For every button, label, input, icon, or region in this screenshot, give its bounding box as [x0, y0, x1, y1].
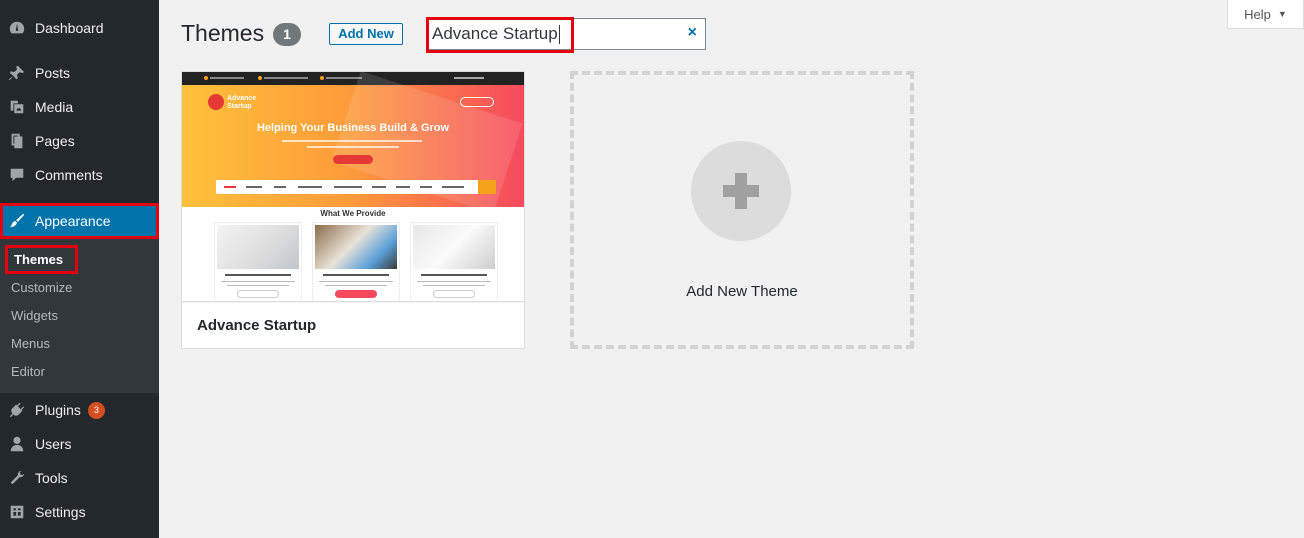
- theme-name-bar: Advance Startup: [182, 301, 524, 348]
- theme-screenshot: Advance Startup Helping Your Business Bui…: [182, 72, 524, 301]
- wrench-icon: [8, 469, 26, 487]
- plugin-icon: [8, 401, 26, 419]
- user-icon: [8, 435, 26, 453]
- section-title: What We Provide: [320, 209, 386, 218]
- menu-item-plugins[interactable]: Plugins 3: [0, 393, 159, 427]
- dashboard-icon: [8, 19, 26, 37]
- theme-logo-text: Advance Startup: [227, 95, 257, 110]
- plus-icon: [691, 141, 791, 241]
- search-icon: [478, 180, 496, 194]
- menu-label: Plugins: [35, 402, 81, 418]
- submenu-themes[interactable]: Themes: [0, 244, 159, 274]
- comment-icon: [8, 166, 26, 184]
- paintbrush-icon: [8, 212, 26, 230]
- appearance-submenu: Themes Customize Widgets Menus Editor: [0, 239, 159, 393]
- menu-item-tools[interactable]: Tools: [0, 461, 159, 495]
- menu-label: Posts: [35, 65, 71, 81]
- add-new-theme-card[interactable]: Add New Theme: [570, 71, 914, 349]
- admin-sidebar: Dashboard Posts Media Pages Comments App…: [0, 0, 159, 538]
- plugins-update-badge: 3: [87, 401, 105, 419]
- submenu-label: Themes: [5, 244, 79, 274]
- menu-item-media[interactable]: Media: [0, 90, 159, 124]
- theme-card[interactable]: Advance Startup Helping Your Business Bui…: [181, 71, 525, 349]
- settings-icon: [8, 503, 26, 521]
- chevron-down-icon: ▼: [1277, 9, 1287, 19]
- menu-label: Media: [35, 99, 74, 115]
- add-new-button[interactable]: Add New: [329, 23, 403, 45]
- menu-label: Dashboard: [35, 20, 104, 36]
- submenu-menus[interactable]: Menus: [0, 329, 159, 357]
- submenu-customize[interactable]: Customize: [0, 273, 159, 301]
- menu-label: Settings: [35, 504, 86, 520]
- clear-search-icon[interactable]: ×: [688, 24, 697, 42]
- submenu-editor[interactable]: Editor: [0, 357, 159, 385]
- page-title: Themes: [181, 20, 265, 46]
- hero-title: Helping Your Business Build & Grow: [256, 122, 450, 134]
- menu-item-appearance[interactable]: Appearance: [0, 203, 159, 239]
- media-icon: [8, 98, 26, 116]
- pushpin-icon: [8, 64, 26, 82]
- submenu-widgets[interactable]: Widgets: [0, 301, 159, 329]
- search-input-value: Advance Startup: [432, 24, 560, 45]
- submenu-label: Widgets: [11, 307, 58, 323]
- add-new-theme-label: Add New Theme: [686, 283, 798, 300]
- help-tab-button[interactable]: Help ▼: [1227, 0, 1304, 29]
- menu-label: Tools: [35, 470, 68, 486]
- rocket-logo-icon: [208, 94, 224, 110]
- menu-label: Users: [35, 436, 72, 452]
- menu-item-pages[interactable]: Pages: [0, 124, 159, 158]
- theme-count-badge: 1: [273, 23, 301, 46]
- submenu-label: Editor: [11, 363, 45, 379]
- menu-item-comments[interactable]: Comments: [0, 158, 159, 192]
- help-label: Help: [1244, 6, 1271, 22]
- menu-item-posts[interactable]: Posts: [0, 56, 159, 90]
- submenu-label: Menus: [11, 335, 51, 351]
- menu-item-dashboard[interactable]: Dashboard: [0, 11, 159, 45]
- theme-name: Advance Startup: [197, 317, 317, 334]
- menu-item-settings[interactable]: Settings: [0, 495, 159, 529]
- menu-item-users[interactable]: Users: [0, 427, 159, 461]
- submenu-label: Customize: [11, 279, 73, 295]
- menu-label: Comments: [35, 167, 103, 183]
- menu-label: Pages: [35, 133, 75, 149]
- theme-search-input[interactable]: Advance Startup ×: [426, 17, 706, 53]
- pages-icon: [8, 132, 26, 150]
- menu-label: Appearance: [35, 213, 111, 229]
